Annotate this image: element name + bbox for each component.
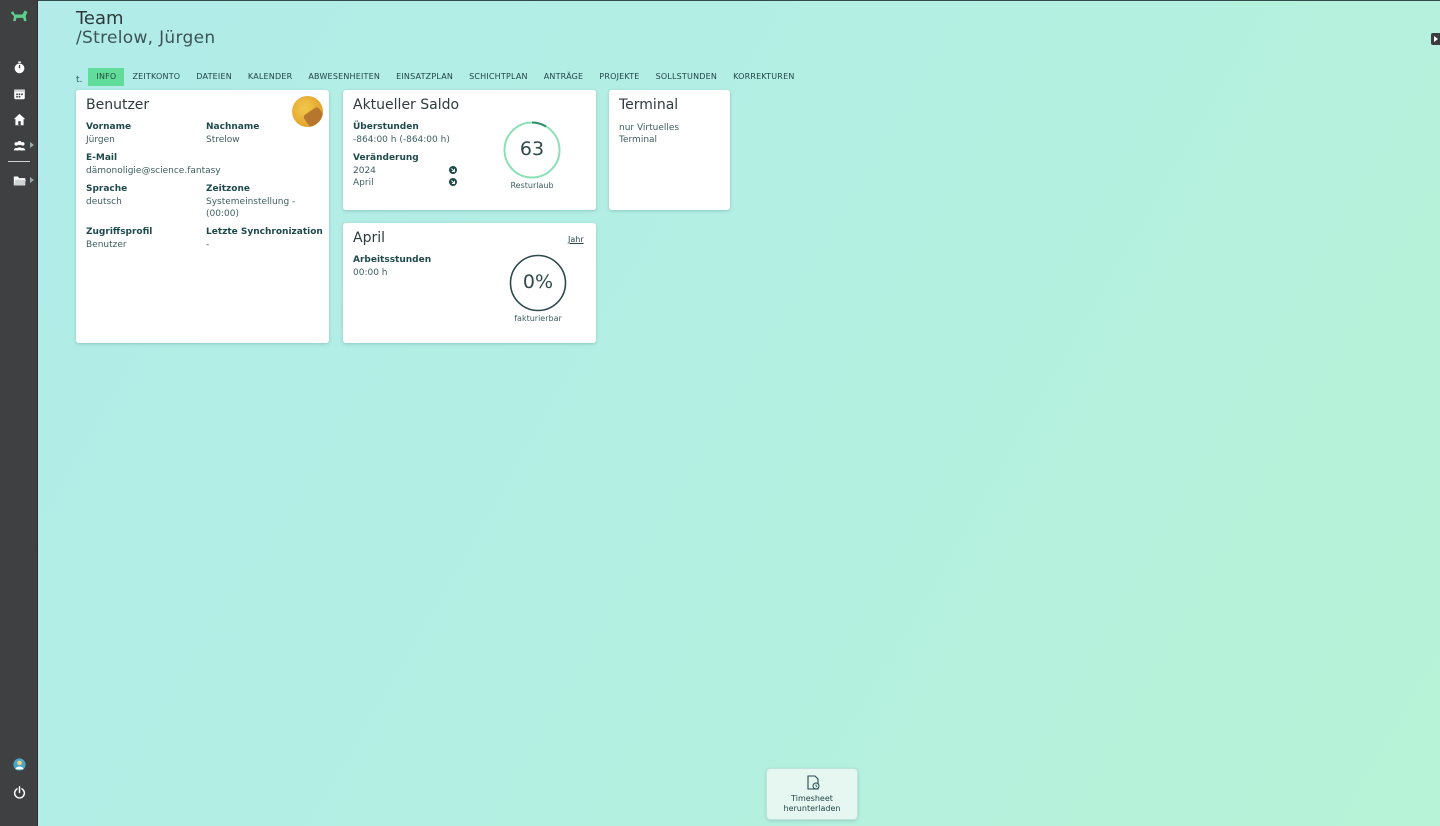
email-label: E-Mail bbox=[86, 153, 118, 163]
zugriffsprofil-value: Benutzer bbox=[86, 240, 127, 250]
jahr-link[interactable]: Jahr bbox=[568, 235, 584, 244]
terminal-line2: Terminal bbox=[619, 135, 658, 145]
page-title: Team bbox=[76, 8, 124, 29]
year-arrow-icon[interactable] bbox=[449, 166, 457, 174]
sync-label: Letzte Synchronization bbox=[206, 227, 323, 237]
tab-bar: t. INFO ZEITKONTO DATEIEN KALENDER ABWES… bbox=[76, 68, 803, 86]
tab-dateien[interactable]: DATEIEN bbox=[188, 68, 240, 86]
month-arrow-icon[interactable] bbox=[449, 178, 457, 186]
vorname-label: Vorname bbox=[86, 122, 132, 132]
folder-icon[interactable] bbox=[10, 172, 28, 188]
saldo-card: Aktueller Saldo Überstunden -864:00 h (-… bbox=[343, 90, 596, 210]
calendar-icon[interactable] bbox=[10, 85, 28, 101]
sidebar-divider bbox=[8, 161, 30, 162]
vorname-value: Jürgen bbox=[86, 135, 115, 145]
avatar[interactable] bbox=[292, 96, 323, 127]
april-title: April bbox=[353, 230, 385, 246]
download-label-line2: herunterladen bbox=[783, 804, 841, 813]
tab-korrekturen[interactable]: KORREKTUREN bbox=[725, 68, 802, 86]
arbeitsstunden-value: 00:00 h bbox=[353, 268, 388, 278]
tab-schichtplan[interactable]: SCHICHTPLAN bbox=[461, 68, 536, 86]
team-expand-icon[interactable] bbox=[30, 142, 34, 148]
veraenderung-label: Veränderung bbox=[353, 153, 419, 163]
arbeitsstunden-label: Arbeitsstunden bbox=[353, 255, 432, 265]
saldo-title: Aktueller Saldo bbox=[353, 97, 460, 113]
tab-kalender[interactable]: KALENDER bbox=[240, 68, 300, 86]
power-icon[interactable] bbox=[10, 784, 28, 800]
download-label-line1: Timesheet bbox=[791, 794, 833, 803]
veraenderung-year: 2024 bbox=[353, 166, 376, 176]
sync-value: - bbox=[206, 240, 210, 250]
timesheet-download-button[interactable]: Timesheet herunterladen bbox=[766, 768, 858, 820]
terminal-card: Terminal nur Virtuelles Terminal bbox=[609, 90, 730, 210]
tab-einsatzplan[interactable]: EINSATZPLAN bbox=[388, 68, 461, 86]
resturlaub-value: 63 bbox=[519, 138, 545, 160]
benutzer-card: Benutzer Vorname Jürgen Nachname Strelow… bbox=[76, 90, 329, 343]
page-subtitle: /Strelow, Jürgen bbox=[76, 28, 216, 48]
sprache-label: Sprache bbox=[86, 184, 128, 194]
tab-zeitkonto[interactable]: ZEITKONTO bbox=[124, 68, 188, 86]
april-card: April Jahr Arbeitsstunden 00:00 h 0% fak… bbox=[343, 223, 596, 343]
benutzer-title: Benutzer bbox=[86, 97, 150, 113]
resturlaub-label: Resturlaub bbox=[510, 181, 554, 190]
zeitzone-label: Zeitzone bbox=[206, 184, 250, 194]
dog-logo-icon[interactable] bbox=[8, 9, 30, 25]
sprache-value: deutsch bbox=[86, 197, 122, 207]
tab-sollstunden[interactable]: SOLLSTUNDEN bbox=[648, 68, 726, 86]
folder-expand-icon[interactable] bbox=[30, 177, 34, 183]
resturlaub-ring: 63 bbox=[502, 120, 562, 180]
tab-info[interactable]: INFO bbox=[88, 68, 125, 86]
sidebar bbox=[0, 0, 38, 826]
tab-marker: t. bbox=[76, 75, 83, 85]
zeitzone-value-line2: (00:00) bbox=[206, 209, 239, 219]
nachname-label: Nachname bbox=[206, 122, 260, 132]
tab-antraege[interactable]: ANTRÄGE bbox=[536, 68, 592, 86]
nachname-value: Strelow bbox=[206, 135, 240, 145]
terminal-line1: nur Virtuelles bbox=[619, 123, 680, 133]
fakturierbar-label: fakturierbar bbox=[514, 314, 562, 323]
veraenderung-month: April bbox=[353, 178, 374, 188]
timesheet-file-icon bbox=[807, 775, 820, 790]
ueberstunden-label: Überstunden bbox=[353, 122, 419, 132]
fakturierbar-ring: 0% bbox=[509, 254, 567, 312]
user-avatar-icon[interactable] bbox=[10, 756, 28, 772]
team-icon[interactable] bbox=[10, 137, 28, 153]
tab-projekte[interactable]: PROJEKTE bbox=[591, 68, 647, 86]
top-border bbox=[38, 0, 1440, 1]
home-icon[interactable] bbox=[10, 111, 28, 127]
fakturierbar-value: 0% bbox=[522, 271, 554, 293]
panel-toggle-icon[interactable] bbox=[1431, 33, 1440, 45]
stopwatch-icon[interactable] bbox=[10, 59, 28, 75]
tab-abwesenheiten[interactable]: ABWESENHEITEN bbox=[300, 68, 388, 86]
ueberstunden-value: -864:00 h (-864:00 h) bbox=[353, 135, 450, 145]
email-value: dämonoligie@science.fantasy bbox=[86, 166, 221, 176]
terminal-title: Terminal bbox=[619, 97, 679, 113]
zeitzone-value-line1: Systemeinstellung - bbox=[206, 197, 296, 207]
zugriffsprofil-label: Zugriffsprofil bbox=[86, 227, 153, 237]
